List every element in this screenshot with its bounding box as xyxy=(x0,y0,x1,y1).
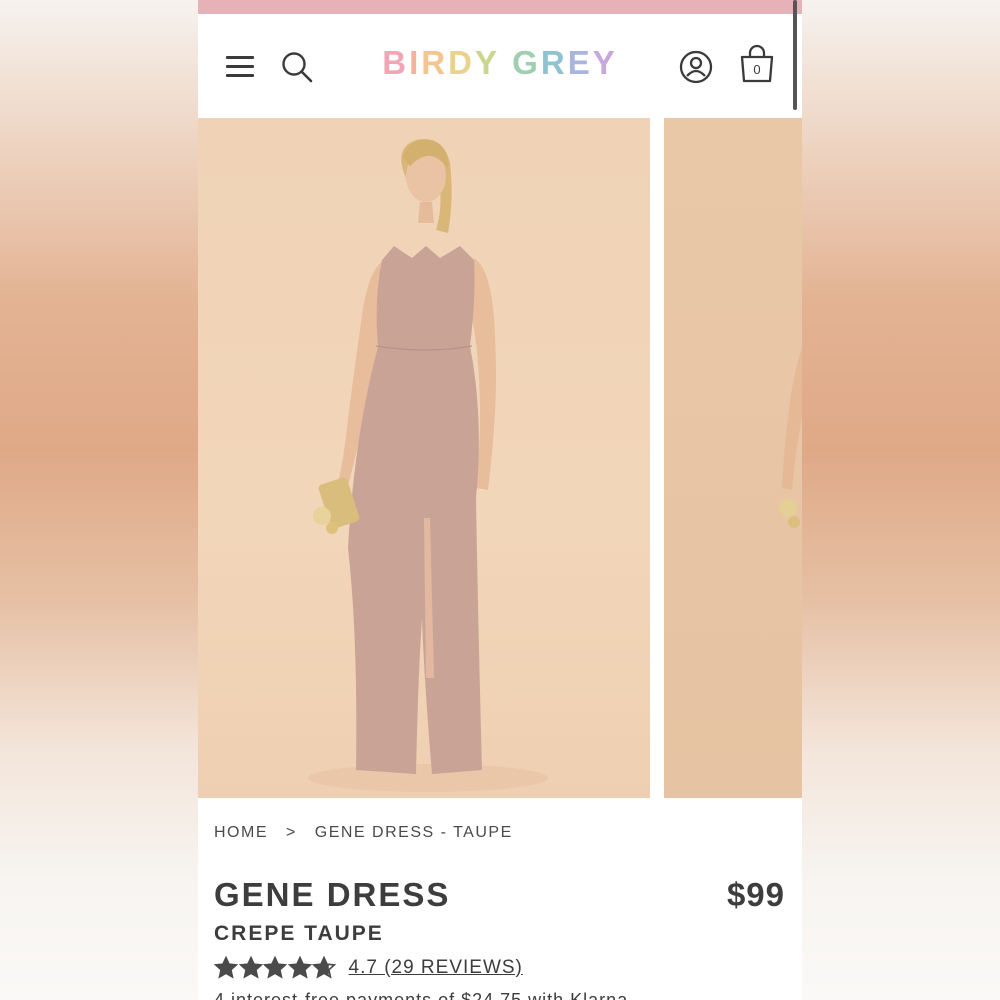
logo-letter: Y xyxy=(592,44,618,81)
star-icon xyxy=(263,956,287,979)
product-photo-front[interactable] xyxy=(198,118,650,798)
site-header: BIRDY GREY 0 xyxy=(198,14,802,118)
blurred-background-left xyxy=(0,0,198,1000)
product-photo-side[interactable] xyxy=(664,118,802,798)
logo-letter: R xyxy=(540,44,568,81)
product-title: GENE DRESS xyxy=(214,876,451,913)
star-icon xyxy=(312,956,336,979)
logo-letter: E xyxy=(567,44,593,81)
logo-letter: R xyxy=(421,44,449,81)
promo-strip xyxy=(198,0,802,14)
account-icon[interactable] xyxy=(679,50,713,84)
logo-letter: Y xyxy=(474,44,500,81)
star-rating xyxy=(214,956,337,980)
product-price: $99 xyxy=(726,876,785,913)
blurred-background-right xyxy=(802,0,1000,1000)
logo-letter: B xyxy=(382,44,410,81)
mobile-page: BIRDY GREY 0 HOME > GENE DRESS - TAUPE G… xyxy=(198,0,802,1000)
star-icon xyxy=(287,956,312,979)
cart-count: 0 xyxy=(753,62,761,77)
breadcrumb-home-link[interactable]: HOME xyxy=(214,824,268,841)
breadcrumb-separator: > xyxy=(285,824,297,841)
installment-payment-text: 4 interest-free payments of $24.75 with … xyxy=(214,990,629,1000)
breadcrumb-current: GENE DRESS - TAUPE xyxy=(314,824,513,841)
product-color-name: CREPE TAUPE xyxy=(214,922,384,945)
shopping-bag-icon[interactable]: 0 xyxy=(738,44,776,86)
product-rating: 4.7 (29 REVIEWS) xyxy=(214,954,523,982)
star-icon xyxy=(214,956,238,979)
logo-letter: D xyxy=(448,44,475,81)
star-icon xyxy=(238,956,263,979)
reviews-link[interactable]: 4.7 (29 REVIEWS) xyxy=(349,957,523,979)
scrollbar-thumb[interactable] xyxy=(793,0,797,110)
logo-letter: I xyxy=(409,44,422,81)
product-gallery[interactable] xyxy=(198,118,802,798)
breadcrumb: HOME > GENE DRESS - TAUPE xyxy=(214,824,525,842)
logo-letter xyxy=(500,44,512,82)
logo-letter: G xyxy=(512,44,541,81)
